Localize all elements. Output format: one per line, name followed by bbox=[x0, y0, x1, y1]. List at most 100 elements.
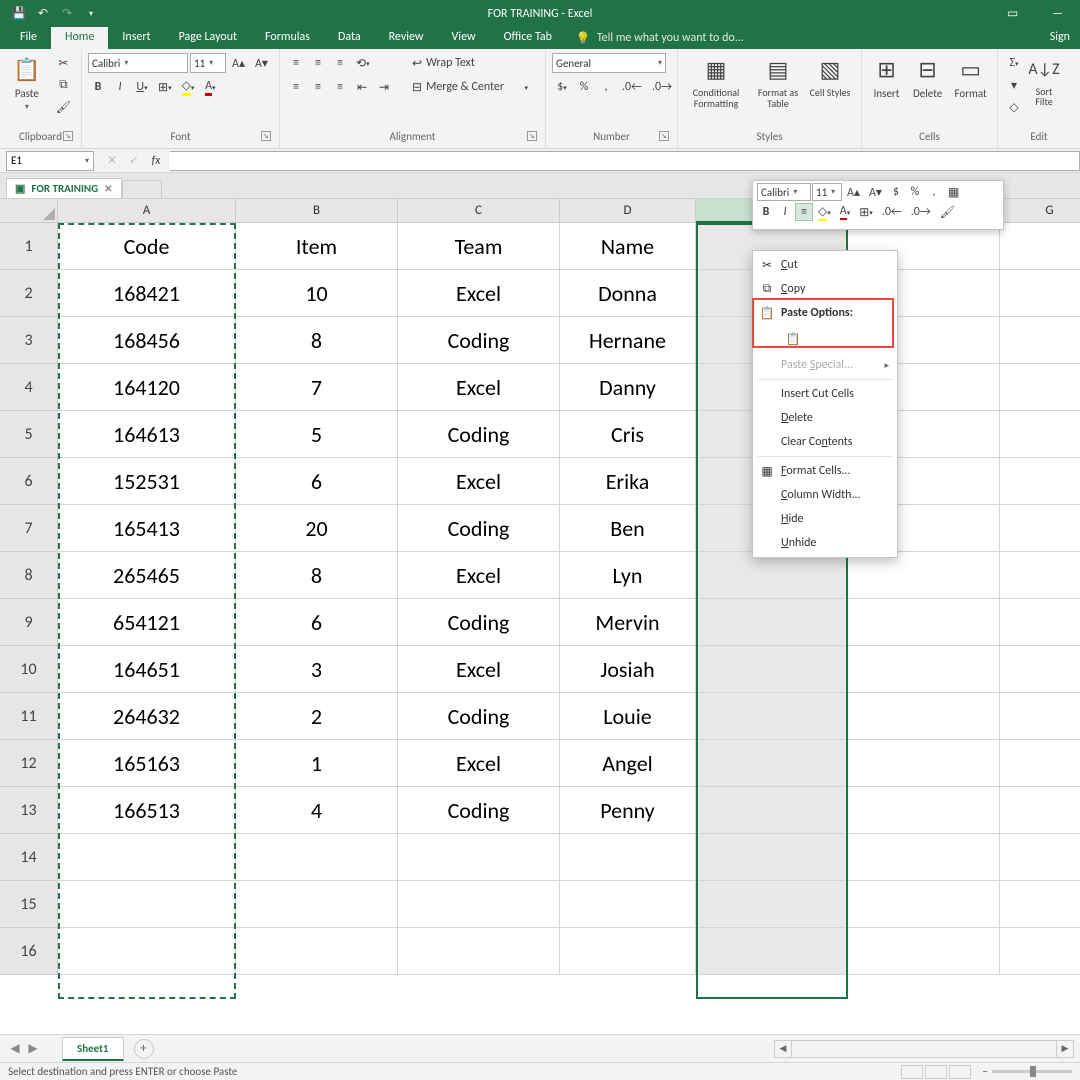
cell-B13[interactable]: 4 bbox=[236, 787, 398, 834]
cell-A4[interactable]: 164120 bbox=[58, 364, 236, 411]
cell-A16[interactable] bbox=[58, 928, 236, 975]
cell-F14[interactable] bbox=[848, 834, 1000, 881]
cell-C4[interactable]: Excel bbox=[398, 364, 560, 411]
border-icon[interactable]: ⊞▾ bbox=[855, 203, 877, 221]
decrease-decimal-icon[interactable]: .0→ bbox=[648, 77, 676, 97]
bold-button[interactable]: B bbox=[757, 203, 775, 221]
cell-B10[interactable]: 3 bbox=[236, 646, 398, 693]
cell-C9[interactable]: Coding bbox=[398, 599, 560, 646]
comma-icon[interactable]: , bbox=[596, 77, 616, 97]
number-format-combo[interactable]: General▾ bbox=[552, 53, 666, 73]
cell-C2[interactable]: Excel bbox=[398, 270, 560, 317]
cell-E9[interactable] bbox=[696, 599, 848, 646]
cell-D2[interactable]: Donna bbox=[560, 270, 696, 317]
cell-D11[interactable]: Louie bbox=[560, 693, 696, 740]
row-header-13[interactable]: 13 bbox=[0, 787, 58, 834]
format-as-table-button[interactable]: ▤ Format as Table bbox=[752, 53, 804, 109]
cell-A2[interactable]: 168421 bbox=[58, 270, 236, 317]
enter-icon[interactable]: ✓ bbox=[124, 151, 144, 171]
cell-C11[interactable]: Coding bbox=[398, 693, 560, 740]
cell-G6[interactable] bbox=[1000, 458, 1080, 505]
cell-B15[interactable] bbox=[236, 881, 398, 928]
cell-B8[interactable]: 8 bbox=[236, 552, 398, 599]
cell-G10[interactable] bbox=[1000, 646, 1080, 693]
underline-button[interactable]: U▾ bbox=[132, 77, 152, 97]
shrink-font-icon[interactable]: A▾ bbox=[251, 53, 272, 73]
cell-G8[interactable] bbox=[1000, 552, 1080, 599]
cell-B1[interactable]: Item bbox=[236, 223, 398, 270]
row-header-5[interactable]: 5 bbox=[0, 411, 58, 458]
column-header-D[interactable]: D bbox=[560, 199, 696, 223]
normal-view-icon[interactable] bbox=[901, 1065, 923, 1079]
align-center-icon[interactable]: ≡ bbox=[308, 77, 328, 97]
cell-B2[interactable]: 10 bbox=[236, 270, 398, 317]
cell-D5[interactable]: Cris bbox=[560, 411, 696, 458]
align-left-icon[interactable]: ≡ bbox=[286, 77, 306, 97]
cell-C8[interactable]: Excel bbox=[398, 552, 560, 599]
launcher-icon[interactable]: ↘ bbox=[527, 131, 537, 141]
cell-D14[interactable] bbox=[560, 834, 696, 881]
cell-D12[interactable]: Angel bbox=[560, 740, 696, 787]
add-sheet-button[interactable]: + bbox=[134, 1039, 154, 1059]
tab-officetab[interactable]: Office Tab bbox=[490, 27, 566, 49]
cell-B11[interactable]: 2 bbox=[236, 693, 398, 740]
row-header-9[interactable]: 9 bbox=[0, 599, 58, 646]
close-icon[interactable]: ✕ bbox=[104, 182, 112, 195]
cell-A10[interactable]: 164651 bbox=[58, 646, 236, 693]
cell-C6[interactable]: Excel bbox=[398, 458, 560, 505]
cell-G13[interactable] bbox=[1000, 787, 1080, 834]
column-header-G[interactable]: G bbox=[1000, 199, 1080, 223]
mini-size-combo[interactable]: 11▾ bbox=[812, 183, 842, 201]
row-header-11[interactable]: 11 bbox=[0, 693, 58, 740]
undo-icon[interactable]: ↶ bbox=[32, 3, 54, 25]
column-header-A[interactable]: A bbox=[58, 199, 236, 223]
cell-G14[interactable] bbox=[1000, 834, 1080, 881]
font-size-combo[interactable]: 11▾ bbox=[190, 53, 226, 73]
ctx-copy[interactable]: ⧉Copy bbox=[753, 277, 897, 301]
cell-D10[interactable]: Josiah bbox=[560, 646, 696, 693]
cell-G11[interactable] bbox=[1000, 693, 1080, 740]
row-header-10[interactable]: 10 bbox=[0, 646, 58, 693]
format-button[interactable]: ▭Format bbox=[950, 53, 991, 100]
row-header-1[interactable]: 1 bbox=[0, 223, 58, 270]
cell-G5[interactable] bbox=[1000, 411, 1080, 458]
autosum-icon[interactable]: Σ▾ bbox=[1004, 53, 1024, 73]
cell-D9[interactable]: Mervin bbox=[560, 599, 696, 646]
zoom-slider[interactable]: − bbox=[983, 1065, 1072, 1078]
name-box[interactable]: E1▾ bbox=[6, 151, 94, 171]
bold-button[interactable]: B bbox=[88, 77, 108, 97]
cell-E8[interactable] bbox=[696, 552, 848, 599]
cell-B3[interactable]: 8 bbox=[236, 317, 398, 364]
cell-G15[interactable] bbox=[1000, 881, 1080, 928]
cell-F8[interactable] bbox=[848, 552, 1000, 599]
sheet-nav-next-icon[interactable]: ▶ bbox=[24, 1041, 42, 1056]
format-cells-icon[interactable]: ▦ bbox=[944, 183, 963, 201]
tab-home[interactable]: Home bbox=[51, 27, 108, 49]
align-middle-icon[interactable]: ≡ bbox=[308, 53, 328, 73]
row-header-16[interactable]: 16 bbox=[0, 928, 58, 975]
align-center-icon[interactable]: ≡ bbox=[795, 203, 813, 221]
cell-B16[interactable] bbox=[236, 928, 398, 975]
tab-pagelayout[interactable]: Page Layout bbox=[165, 27, 251, 49]
row-header-3[interactable]: 3 bbox=[0, 317, 58, 364]
fx-icon[interactable]: fx bbox=[146, 151, 166, 171]
cell-C10[interactable]: Excel bbox=[398, 646, 560, 693]
launcher-icon[interactable]: ↘ bbox=[63, 131, 73, 141]
cell-styles-button[interactable]: ▧ Cell Styles bbox=[808, 53, 852, 98]
row-header-8[interactable]: 8 bbox=[0, 552, 58, 599]
cell-A11[interactable]: 264632 bbox=[58, 693, 236, 740]
cell-F16[interactable] bbox=[848, 928, 1000, 975]
cell-F9[interactable] bbox=[848, 599, 1000, 646]
conditional-formatting-button[interactable]: ▦ Conditional Formatting bbox=[684, 53, 748, 109]
cell-G4[interactable] bbox=[1000, 364, 1080, 411]
ctx-hide[interactable]: Hide bbox=[753, 507, 897, 531]
cell-D8[interactable]: Lyn bbox=[560, 552, 696, 599]
clear-icon[interactable]: ◇ bbox=[1004, 97, 1024, 117]
mini-font-combo[interactable]: Calibri▾ bbox=[757, 183, 811, 201]
cancel-icon[interactable]: ✕ bbox=[102, 151, 122, 171]
redo-icon[interactable]: ↷ bbox=[56, 3, 78, 25]
tab-review[interactable]: Review bbox=[375, 27, 438, 49]
cell-A13[interactable]: 166513 bbox=[58, 787, 236, 834]
cell-B12[interactable]: 1 bbox=[236, 740, 398, 787]
align-top-icon[interactable]: ≡ bbox=[286, 53, 306, 73]
